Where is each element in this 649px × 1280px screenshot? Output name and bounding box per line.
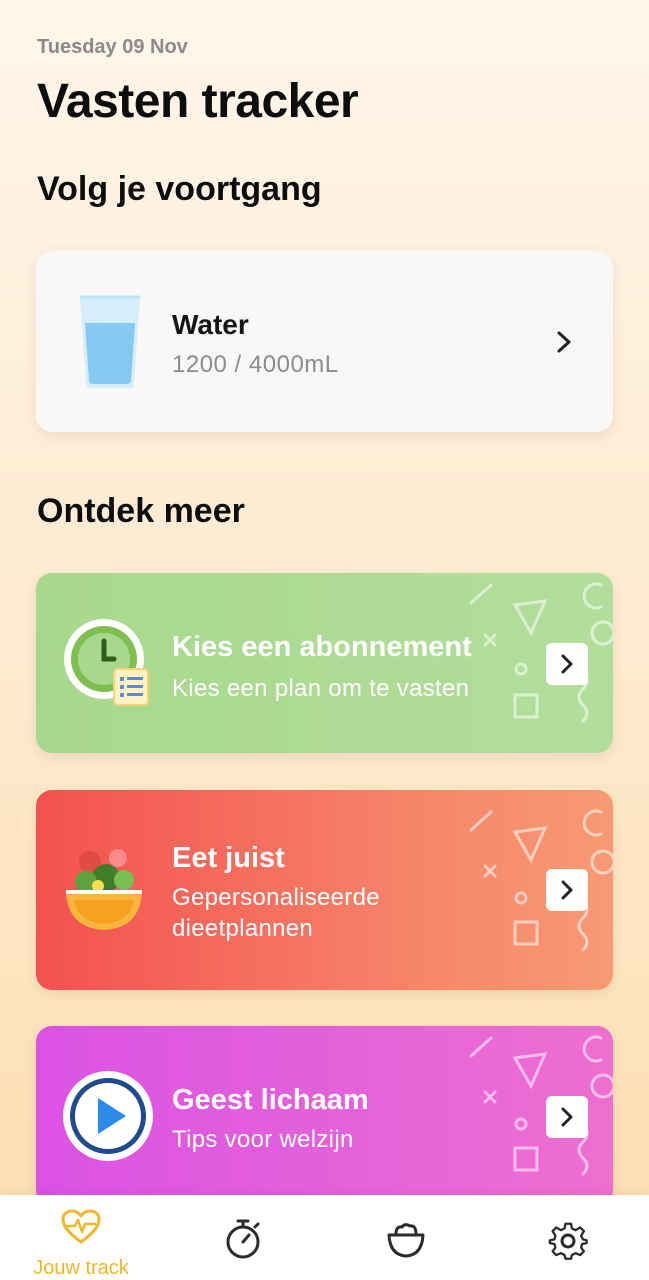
stopwatch-icon <box>226 1219 260 1259</box>
chevron-right-icon <box>557 331 571 353</box>
date-label: Tuesday 09 Nov <box>37 36 188 58</box>
water-label: Water <box>172 309 249 340</box>
promo-card-wellbeing[interactable]: Geest lichaam Tips voor welzijn <box>36 1026 613 1206</box>
chevron-right-icon <box>561 880 573 900</box>
water-value: 1200 / 4000mL <box>172 351 339 378</box>
promo-arrow-button[interactable] <box>546 869 588 911</box>
progress-section-title: Volg je voortgang <box>37 170 322 208</box>
promo-subtitle: Tips voor welzijn <box>172 1126 354 1153</box>
chevron-right-icon <box>561 654 573 674</box>
water-card[interactable]: Water 1200 / 4000mL <box>36 251 613 432</box>
promo-arrow-button[interactable] <box>546 1096 588 1138</box>
discover-section-title: Ontdek meer <box>37 492 245 530</box>
bottom-nav: Jouw track <box>0 1195 649 1280</box>
salad-bowl-icon <box>66 849 142 930</box>
nav-item-food[interactable] <box>346 1195 466 1280</box>
bowl-icon <box>387 1223 425 1258</box>
nav-label-track: Jouw track <box>33 1257 129 1279</box>
page-title: Vasten tracker <box>37 75 359 128</box>
nav-item-track[interactable]: Jouw track <box>21 1195 141 1280</box>
chevron-right-icon <box>561 1107 573 1127</box>
promo-card-diet[interactable]: Eet juist Gepersonaliseerde dieetplannen <box>36 790 613 990</box>
nav-item-settings[interactable] <box>508 1195 628 1280</box>
water-glass-icon <box>80 295 140 388</box>
promo-arrow-button[interactable] <box>546 643 588 685</box>
promo-subtitle: Kies een plan om te vasten <box>172 675 470 702</box>
promo-title: Geest lichaam <box>172 1084 369 1116</box>
promo-subtitle: Gepersonaliseerde dieetplannen <box>172 884 380 942</box>
promo-card-subscription[interactable]: Kies een abonnement Kies een plan om te … <box>36 573 613 753</box>
play-icon <box>63 1071 153 1161</box>
gear-icon <box>548 1222 588 1260</box>
promo-title: Eet juist <box>172 842 285 874</box>
clock-plan-icon <box>64 619 149 706</box>
nav-item-timer[interactable] <box>183 1195 303 1280</box>
promo-title: Kies een abonnement <box>172 631 472 663</box>
heart-pulse-icon <box>61 1209 101 1244</box>
